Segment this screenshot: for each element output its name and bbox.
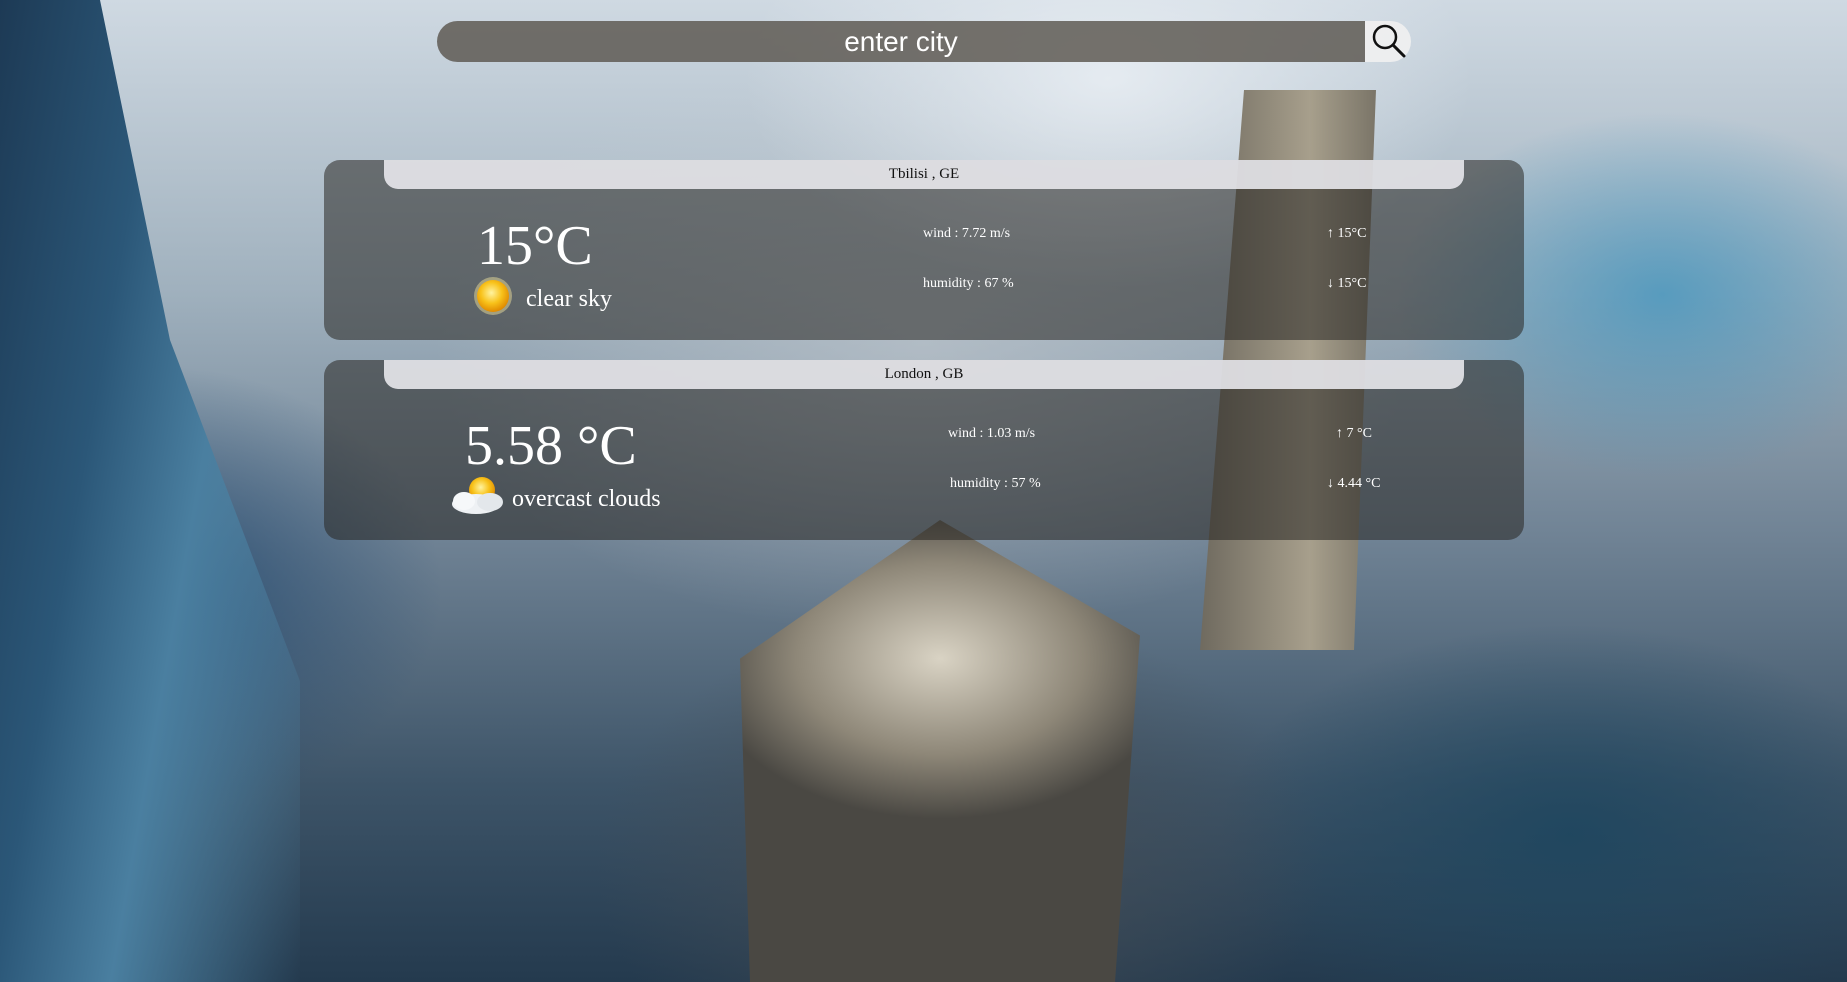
card-location: London , GB (384, 360, 1464, 389)
weather-card: London , GB 5.58 °C overcast clouds wind… (324, 360, 1524, 540)
city-search-input[interactable] (437, 21, 1365, 62)
card-temp-max: ↑ 15°C (1327, 226, 1367, 241)
weather-card: Tbilisi , GE 15°C clear sky wind : 7.72 … (324, 160, 1524, 340)
card-description: overcast clouds (512, 486, 661, 512)
background-center-tower (740, 520, 1140, 982)
card-location: Tbilisi , GE (384, 160, 1464, 189)
card-temperature: 15°C (477, 215, 593, 277)
card-wind: wind : 1.03 m/s (948, 426, 1036, 441)
card-temp-min: ↓ 15°C (1327, 276, 1367, 291)
card-temp-max: ↑ 7 °C (1336, 426, 1372, 441)
card-description: clear sky (526, 286, 612, 312)
background-left-building (0, 0, 300, 982)
card-temperature: 5.58 °C (465, 415, 637, 477)
search-bar (437, 21, 1411, 62)
card-humidity: humidity : 57 % (950, 476, 1041, 491)
cloud-sun-icon (448, 474, 512, 525)
card-temp-min: ↓ 4.44 °C (1327, 476, 1381, 491)
search-button[interactable] (1365, 21, 1411, 62)
search-icon (1369, 21, 1407, 62)
sun-icon (472, 275, 514, 324)
card-wind: wind : 7.72 m/s (923, 226, 1011, 241)
card-humidity: humidity : 67 % (923, 276, 1014, 291)
